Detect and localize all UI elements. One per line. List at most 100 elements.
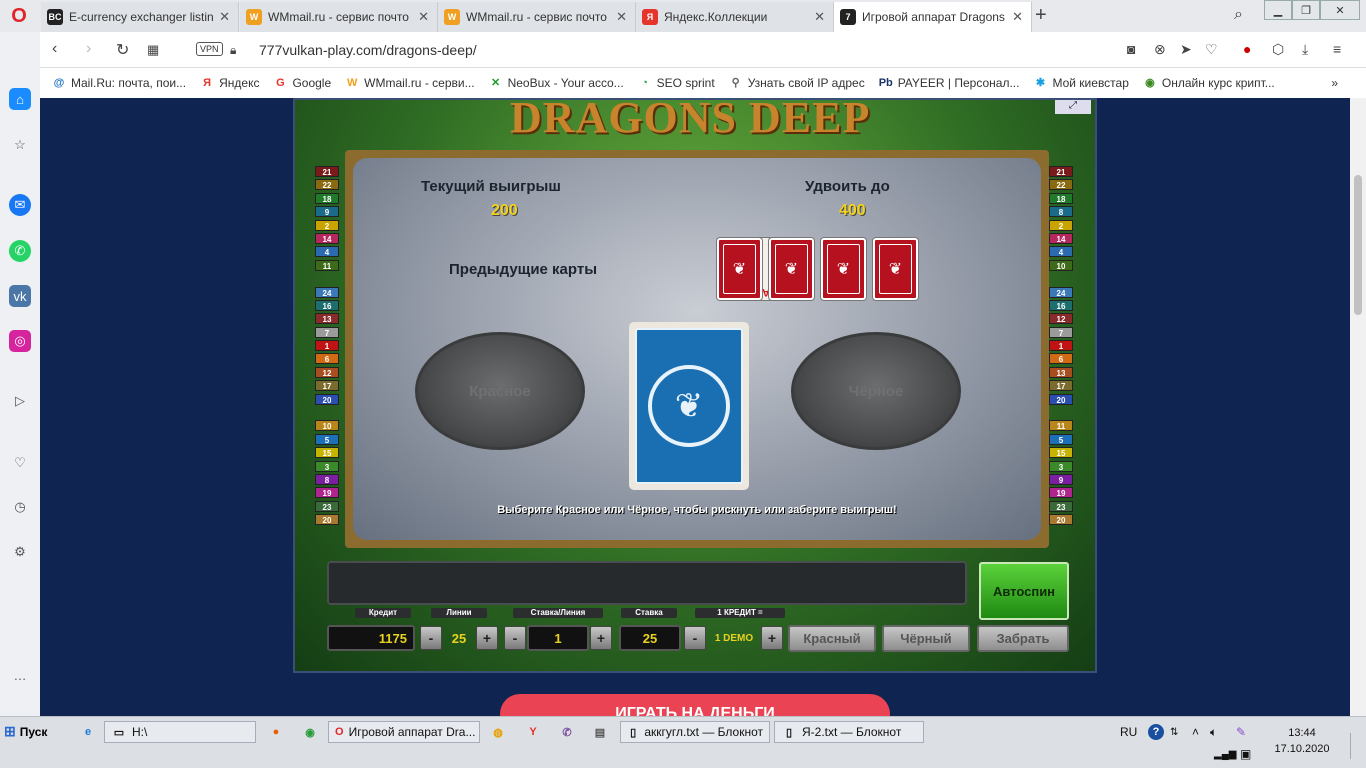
lines-plus-button[interactable]: + bbox=[476, 626, 498, 650]
bet-line-plus-button[interactable]: + bbox=[590, 626, 612, 650]
tab[interactable]: BC E-currency exchanger listin ✕ bbox=[41, 2, 239, 32]
take-win-button[interactable]: Забрать bbox=[977, 625, 1069, 652]
viber-logo-icon: ✆ bbox=[562, 726, 572, 739]
bookmark[interactable]: ✕ NeoBux - Your acco... bbox=[489, 76, 624, 90]
browser-icon[interactable]: ◍ bbox=[490, 721, 506, 743]
clock[interactable]: 13:44 17.10.2020 bbox=[1262, 725, 1342, 757]
tab-active[interactable]: 7 Игровой аппарат Dragons ✕ bbox=[834, 2, 1032, 32]
back-icon[interactable]: ‹ bbox=[52, 40, 57, 58]
yandex-icon[interactable]: Y bbox=[525, 721, 541, 743]
taskbar-drive[interactable]: ▭ H:\ bbox=[104, 721, 256, 743]
black-button[interactable]: Чёрный bbox=[882, 625, 970, 652]
menu-icon[interactable]: ≡ bbox=[1333, 41, 1341, 57]
payline-badge: 19 bbox=[315, 487, 339, 499]
bookmark[interactable]: ◉ Онлайн курс крипт... bbox=[1143, 76, 1275, 90]
close-tab-icon[interactable]: ✕ bbox=[814, 9, 825, 25]
search-tabs-icon[interactable]: ⌕ bbox=[1234, 6, 1243, 24]
tray-arrows-icon[interactable]: ⇅ bbox=[1170, 721, 1178, 743]
ie-icon[interactable]: e bbox=[80, 721, 96, 743]
payline-badge: 18 bbox=[315, 192, 339, 204]
forward-icon[interactable]: › bbox=[86, 40, 91, 58]
denom-plus-button[interactable]: + bbox=[761, 626, 783, 650]
messenger-icon[interactable]: ✉ bbox=[9, 194, 31, 216]
calculator-icon[interactable]: ▤ bbox=[592, 721, 608, 743]
heart-icon[interactable]: ♡ bbox=[9, 452, 31, 474]
close-window-icon[interactable]: ✕ bbox=[1320, 0, 1360, 20]
opera-menu-icon[interactable]: O bbox=[8, 6, 30, 26]
payline-badge bbox=[315, 407, 339, 418]
current-win-value: 200 bbox=[491, 202, 518, 219]
viber-icon[interactable]: ✆ bbox=[559, 721, 575, 743]
firefox-icon[interactable]: ● bbox=[268, 721, 284, 743]
bookmark[interactable]: ◔ SEO sprint bbox=[638, 76, 714, 90]
bookmark[interactable]: ⚲ Узнать свой IP адрес bbox=[729, 76, 865, 90]
autospin-button[interactable]: Автоспин bbox=[979, 562, 1069, 620]
play-real-money-button[interactable]: ИГРАТЬ НА ДЕНЬГИ bbox=[500, 694, 890, 716]
bookmark[interactable]: @ Mail.Ru: почта, пои... bbox=[52, 76, 186, 90]
send-icon[interactable]: ➤ bbox=[1180, 41, 1192, 58]
restore-icon[interactable]: ❐ bbox=[1292, 0, 1320, 20]
bookmark[interactable]: Я Яндекс bbox=[200, 76, 259, 90]
bookmarks-icon[interactable]: ☆ bbox=[9, 134, 31, 156]
app-icon: ◍ bbox=[493, 726, 503, 739]
chrome-icon[interactable]: ◉ bbox=[302, 721, 318, 743]
language-indicator[interactable]: RU bbox=[1120, 721, 1137, 743]
taskbar-notepad[interactable]: ▯ аккгугл.txt — Блокнот bbox=[620, 721, 770, 743]
bookmark[interactable]: G Google bbox=[273, 76, 331, 90]
home-icon[interactable]: ⌂ bbox=[9, 88, 31, 110]
block-ads-icon[interactable]: ⊗ bbox=[1154, 41, 1166, 58]
settings-gear-icon[interactable]: ⚙ bbox=[9, 541, 31, 563]
tab[interactable]: Я Яндекс.Коллекции ✕ bbox=[636, 2, 834, 32]
scrollbar-thumb[interactable] bbox=[1354, 175, 1362, 315]
minimize-icon[interactable]: ▁ bbox=[1264, 0, 1292, 20]
red-choice-button[interactable]: Красное bbox=[415, 332, 585, 450]
tab[interactable]: W WMmail.ru - сервис почто ✕ bbox=[240, 2, 438, 32]
heart-icon[interactable]: ♡ bbox=[1205, 41, 1218, 58]
tray-expand-icon[interactable]: ˄ bbox=[1192, 721, 1199, 743]
close-tab-icon[interactable]: ✕ bbox=[219, 9, 230, 25]
lock-icon[interactable]: 🔒︎ bbox=[230, 43, 236, 58]
close-tab-icon[interactable]: ✕ bbox=[616, 9, 627, 25]
denom-minus-button[interactable]: - bbox=[684, 626, 706, 650]
vpn-badge[interactable]: VPN bbox=[196, 42, 223, 56]
extension-icon[interactable]: ● bbox=[1243, 41, 1251, 57]
download-icon[interactable]: ⤓ bbox=[1302, 41, 1308, 58]
more-icon[interactable]: … bbox=[9, 664, 31, 686]
camera-icon[interactable]: ◙ bbox=[1127, 41, 1135, 57]
cube-icon[interactable]: ⬡ bbox=[1272, 41, 1284, 58]
volume-icon[interactable]: 🔈︎ bbox=[1210, 721, 1217, 743]
black-choice-button[interactable]: Чёрное bbox=[791, 332, 961, 450]
taskbar-opera[interactable]: O Игровой аппарат Dra... bbox=[328, 721, 480, 743]
pen-icon[interactable]: ✎ bbox=[1236, 721, 1246, 743]
url-field[interactable]: 777vulkan-play.com/dragons-deep/ bbox=[259, 42, 477, 58]
tray-device-icon[interactable]: ▣ bbox=[1240, 743, 1251, 765]
bookmark[interactable]: ✱ Мой киевстар bbox=[1033, 76, 1129, 90]
more-bookmarks-button[interactable]: » bbox=[1331, 76, 1338, 90]
history-icon[interactable]: ◷ bbox=[9, 496, 31, 518]
network-icon[interactable]: ▂▄▆ bbox=[1214, 743, 1236, 765]
bet-line-minus-button[interactable]: - bbox=[504, 626, 526, 650]
new-tab-button[interactable]: + bbox=[1035, 4, 1047, 27]
show-desktop-button[interactable] bbox=[1350, 733, 1364, 759]
stone-background: Текущий выигрыш 200 Удвоить до 400 Преды… bbox=[353, 158, 1041, 540]
red-button[interactable]: Красный bbox=[788, 625, 876, 652]
start-button[interactable]: ⊞ Пуск bbox=[4, 723, 47, 740]
instagram-icon[interactable]: ◎ bbox=[9, 330, 31, 352]
whatsapp-icon[interactable]: ✆ bbox=[9, 240, 31, 262]
bookmark[interactable]: Pb PAYEER | Персонал... bbox=[879, 76, 1020, 90]
lines-minus-button[interactable]: - bbox=[420, 626, 442, 650]
bookmark-icon: ✱ bbox=[1035, 77, 1046, 89]
vk-icon[interactable]: vk bbox=[9, 285, 31, 307]
tab[interactable]: W WMmail.ru - сервис почто ✕ bbox=[438, 2, 636, 32]
scrollbar[interactable] bbox=[1350, 98, 1366, 716]
help-icon[interactable]: ? bbox=[1148, 721, 1164, 743]
tab-title: E-currency exchanger listin bbox=[69, 10, 214, 24]
fullscreen-icon[interactable]: ⤢ bbox=[1055, 100, 1091, 114]
reload-icon[interactable]: ↻ bbox=[116, 40, 129, 60]
speed-dial-icon[interactable]: ▦ bbox=[147, 42, 159, 58]
bookmark[interactable]: W WMmail.ru - серви... bbox=[345, 76, 475, 90]
close-tab-icon[interactable]: ✕ bbox=[1012, 9, 1023, 25]
send-icon[interactable]: ▷ bbox=[9, 390, 31, 412]
close-tab-icon[interactable]: ✕ bbox=[418, 9, 429, 25]
taskbar-notepad[interactable]: ▯ Я-2.txt — Блокнот bbox=[774, 721, 924, 743]
